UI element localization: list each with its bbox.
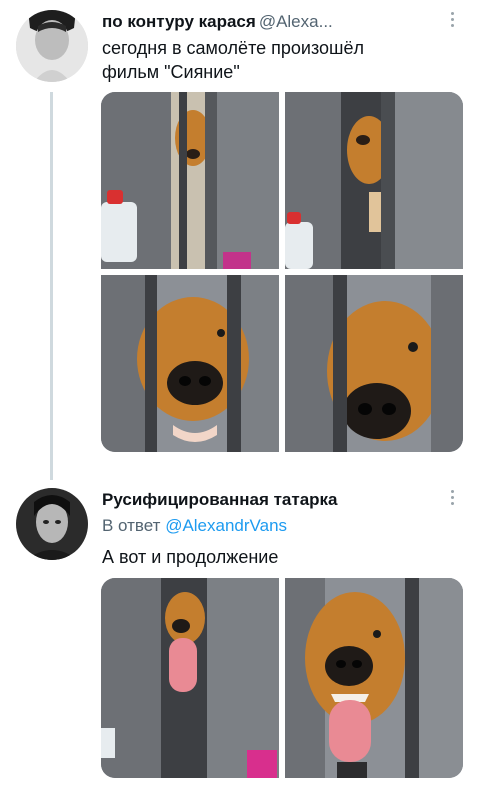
- media-grid: [101, 578, 463, 778]
- avatar-face-icon: [16, 488, 88, 560]
- reply-mention-link[interactable]: @AlexandrVans: [165, 516, 287, 535]
- more-options-icon[interactable]: [451, 12, 455, 28]
- tweet[interactable]: Русифицированная татарка В ответ @Alexan…: [0, 470, 477, 800]
- reply-prefix: В ответ: [102, 516, 161, 535]
- tweet[interactable]: по контуру карася @Alexa... сегодня в сам…: [0, 0, 477, 470]
- author-handle[interactable]: @Alexa...: [259, 12, 333, 31]
- avatar[interactable]: [16, 488, 88, 560]
- dog-peeking-photo[interactable]: [285, 92, 463, 269]
- more-options-icon[interactable]: [451, 490, 455, 506]
- tweet-header: Русифицированная татарка: [102, 490, 338, 510]
- reply-context: В ответ @AlexandrVans: [102, 516, 287, 536]
- avatar[interactable]: [16, 10, 88, 82]
- tweet-text: сегодня в самолёте произошёл фильм "Сиян…: [102, 38, 364, 82]
- dog-snout-photo[interactable]: [285, 275, 463, 452]
- dog-tongue-photo[interactable]: [101, 578, 279, 778]
- author-name[interactable]: Русифицированная татарка: [102, 490, 338, 509]
- avatar-face-icon: [16, 10, 88, 82]
- dog-peeking-photo[interactable]: [101, 92, 279, 269]
- dog-snout-photo[interactable]: [101, 275, 279, 452]
- tweet-header: по контуру карася @Alexa...: [102, 12, 333, 32]
- media-grid: [101, 92, 463, 452]
- author-name[interactable]: по контуру карася: [102, 12, 256, 31]
- dog-tongue-photo[interactable]: [285, 578, 463, 778]
- tweet-text: А вот и продолжение: [102, 547, 279, 567]
